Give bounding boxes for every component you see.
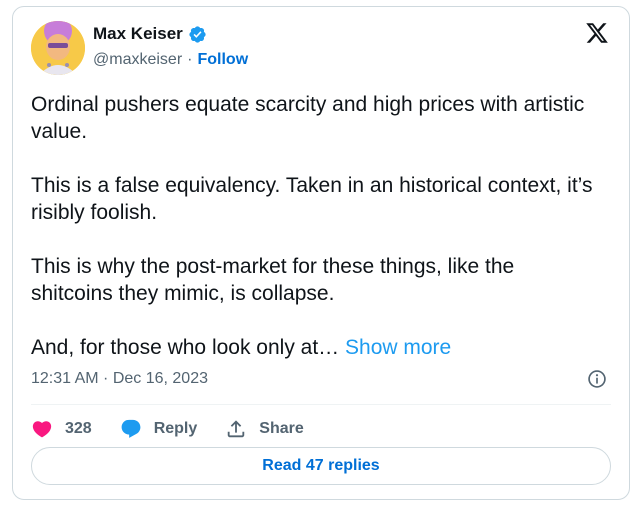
author-name-row[interactable]: Max Keiser [93,24,207,44]
tweet-paragraph-4: And, for those who look only at… Show mo… [31,334,601,361]
show-more-link[interactable]: Show more [345,336,451,359]
like-button[interactable]: 328 [31,418,92,440]
reply-label: Reply [153,420,198,437]
tweet-paragraph-3: This is why the post-market for these th… [31,255,515,305]
heart-icon [32,421,52,438]
reply-button[interactable]: Reply [120,418,198,440]
x-logo-icon[interactable] [585,21,609,45]
share-button[interactable]: Share [225,418,304,440]
reply-bubble-icon [121,419,141,438]
info-icon[interactable] [587,369,607,389]
avatar[interactable] [31,21,85,75]
avatar-image [31,21,85,75]
like-count: 328 [65,420,92,437]
author-name[interactable]: Max Keiser [93,24,183,44]
tweet-timestamp[interactable]: 12:31 AM · Dec 16, 2023 [31,370,208,388]
share-label: Share [259,420,304,437]
action-bar: 328 Reply Share [31,414,332,444]
tweet-text: Ordinal pushers equate scarcity and high… [31,91,601,361]
truncated-text: And, for those who look only at… [31,336,340,359]
read-replies-button[interactable]: Read 47 replies [31,447,611,485]
tweet-paragraph-1: Ordinal pushers equate scarcity and high… [31,93,585,143]
separator-dot: · [187,51,193,68]
handle-line: @maxkeiser · Follow [93,51,248,69]
follow-button[interactable]: Follow [197,51,248,69]
author-handle[interactable]: @maxkeiser [93,51,182,69]
tweet-card: Max Keiser @maxkeiser · Follow Ordinal p… [12,6,630,500]
share-upload-icon [228,420,245,438]
tweet-paragraph-2: This is a false equivalency. Taken in an… [31,174,593,224]
verified-badge-icon [189,25,206,43]
divider [31,404,611,405]
